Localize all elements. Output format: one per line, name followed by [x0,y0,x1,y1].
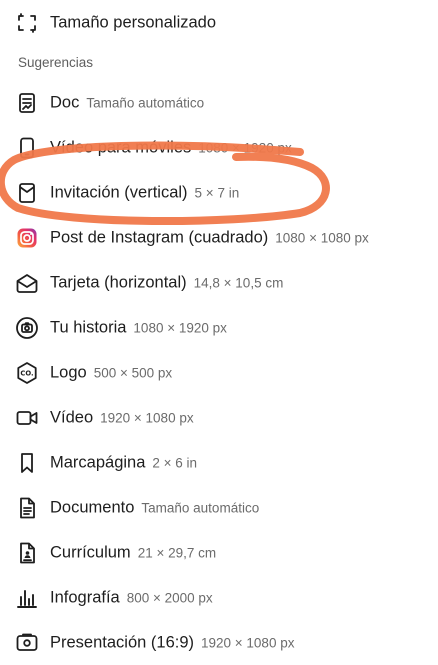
logo-icon-text: CO. [20,369,33,377]
instagram-icon [14,225,40,251]
item-label: Currículum [50,543,131,561]
document-icon [14,495,40,521]
custom-size-label: Tamaño personalizado [50,13,217,31]
mobile-icon [14,135,40,161]
item-dimensions: 1080 × 1920 px [133,320,227,335]
suggestion-item-instagram-post[interactable]: Post de Instagram (cuadrado) 1080 × 1080 … [0,215,438,260]
suggestion-item-presentation[interactable]: Presentación (16:9) 1920 × 1080 px [0,620,438,665]
item-dimensions: 21 × 29,7 cm [137,545,217,560]
suggestion-item-mobile-video[interactable]: Vídeo para móviles 1080 × 1920 px [0,125,438,170]
suggestion-item-doc[interactable]: Doc Tamaño automático [0,80,438,125]
doc-icon [14,90,40,116]
bookmark-icon [14,450,40,476]
suggestion-item-video[interactable]: Vídeo 1920 × 1080 px [0,395,438,440]
item-dimensions: Tamaño automático [141,500,260,515]
card-icon [14,270,40,296]
item-label: Post de Instagram (cuadrado) [50,228,269,246]
item-label: Documento [50,498,135,516]
item-dimensions: 500 × 500 px [93,365,173,380]
suggestion-item-card[interactable]: Tarjeta (horizontal) 14,8 × 10,5 cm [0,260,438,305]
item-label: Infografía [50,588,120,606]
invitation-icon [14,180,40,206]
item-label: Doc [50,93,80,111]
custom-size-item[interactable]: Tamaño personalizado [0,0,438,45]
item-dimensions: 1080 × 1920 px [198,140,292,155]
item-dimensions: 1920 × 1080 px [201,635,295,650]
infographic-icon [14,585,40,611]
item-dimensions: 1920 × 1080 px [100,410,194,425]
item-label: Presentación (16:9) [50,633,194,651]
item-dimensions: 5 × 7 in [194,185,240,200]
presentation-icon [14,630,40,656]
suggestion-item-infographic[interactable]: Infografía 800 × 2000 px [0,575,438,620]
item-label: Tarjeta (horizontal) [50,273,187,291]
item-dimensions: 800 × 2000 px [126,590,213,605]
item-label: Marcapágina [50,453,146,471]
item-label: Tu historia [50,318,127,336]
item-label: Invitación (vertical) [50,183,188,201]
custom-size-icon [14,10,40,36]
section-title: Sugerencias [18,55,94,70]
item-dimensions: 14,8 × 10,5 cm [193,275,284,290]
suggestion-item-invitation[interactable]: Invitación (vertical) 5 × 7 in [0,170,438,215]
suggestion-item-story[interactable]: Tu historia 1080 × 1920 px [0,305,438,350]
suggestion-item-resume[interactable]: Currículum 21 × 29,7 cm [0,530,438,575]
item-dimensions: 2 × 6 in [152,455,198,470]
camera-icon [14,315,40,341]
suggestion-item-logo[interactable]: CO. Logo 500 × 500 px [0,350,438,395]
resume-icon [14,540,40,566]
item-label: Vídeo para móviles [50,138,192,156]
logo-icon: CO. [14,360,40,386]
item-label: Vídeo [50,408,94,426]
video-icon [14,405,40,431]
item-dimensions: 1080 × 1080 px [275,230,369,245]
item-dimensions: Tamaño automático [86,95,205,110]
suggestion-item-bookmark[interactable]: Marcapágina 2 × 6 in [0,440,438,485]
item-label: Logo [50,363,87,381]
suggestion-item-document[interactable]: Documento Tamaño automático [0,485,438,530]
